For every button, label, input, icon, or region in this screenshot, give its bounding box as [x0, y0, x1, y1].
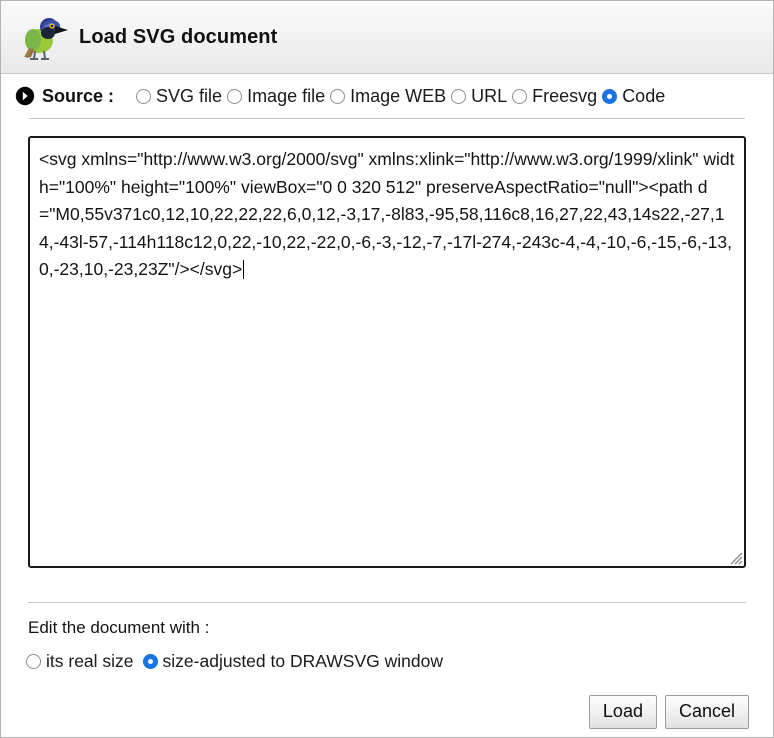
- edit-document-label: Edit the document with :: [28, 618, 210, 637]
- source-radio-group: SVG file Image file Image WEB URL Freesv: [136, 86, 665, 107]
- radio-image-web[interactable]: [330, 88, 346, 104]
- source-option-code[interactable]: Code: [602, 86, 665, 107]
- source-option-image-file[interactable]: Image file: [227, 86, 325, 107]
- source-row: Source : SVG file Image file Image WEB U…: [15, 74, 759, 118]
- source-option-url[interactable]: URL: [451, 86, 507, 107]
- svg-code-textarea[interactable]: <svg xmlns="http://www.w3.org/2000/svg" …: [28, 136, 746, 568]
- dialog-title: Load SVG document: [79, 25, 278, 48]
- source-option-label: URL: [471, 85, 508, 106]
- radio-svg-file[interactable]: [136, 88, 152, 104]
- dialog-button-row: Load Cancel: [1, 695, 749, 729]
- radio-size-adjusted[interactable]: [142, 654, 158, 669]
- source-option-label: Freesvg: [532, 85, 598, 106]
- source-section: Source : SVG file Image file Image WEB U…: [1, 74, 773, 119]
- source-option-image-web[interactable]: Image WEB: [330, 86, 446, 107]
- source-label: Source :: [42, 85, 115, 106]
- bottom-divider: [28, 602, 746, 603]
- radio-freesvg[interactable]: [512, 88, 528, 104]
- source-option-label: Image file: [247, 85, 326, 106]
- radio-image-file[interactable]: [227, 88, 243, 104]
- cancel-button[interactable]: Cancel: [664, 695, 749, 729]
- green-jay-bird-icon: [24, 18, 68, 60]
- chevron-right-circle-icon: [15, 86, 35, 106]
- load-button[interactable]: Load: [588, 695, 657, 729]
- load-svg-dialog: Load SVG document Source : SVG file Imag…: [0, 0, 774, 738]
- edit-option-label: size-adjusted to DRAWSVG window: [162, 651, 443, 671]
- edit-option-real-size[interactable]: its real size: [26, 651, 134, 672]
- radio-code[interactable]: [602, 88, 618, 104]
- radio-real-size[interactable]: [26, 654, 41, 669]
- source-divider: [29, 118, 745, 119]
- source-option-svg-file[interactable]: SVG file: [136, 86, 222, 107]
- edit-size-radio-group: its real size size-adjusted to DRAWSVG w…: [26, 651, 773, 672]
- text-caret: [243, 260, 245, 279]
- source-option-label: Code: [622, 85, 666, 106]
- source-option-label: Image WEB: [350, 85, 447, 106]
- source-option-freesvg[interactable]: Freesvg: [512, 86, 597, 107]
- radio-url[interactable]: [451, 88, 467, 104]
- dialog-titlebar: Load SVG document: [1, 1, 773, 74]
- svg-code-value: <svg xmlns="http://www.w3.org/2000/svg" …: [39, 149, 735, 279]
- edit-option-size-adjusted[interactable]: size-adjusted to DRAWSVG window: [142, 651, 443, 672]
- code-editor-wrapper: <svg xmlns="http://www.w3.org/2000/svg" …: [28, 136, 746, 568]
- source-option-label: SVG file: [156, 85, 223, 106]
- edit-option-label: its real size: [46, 651, 134, 671]
